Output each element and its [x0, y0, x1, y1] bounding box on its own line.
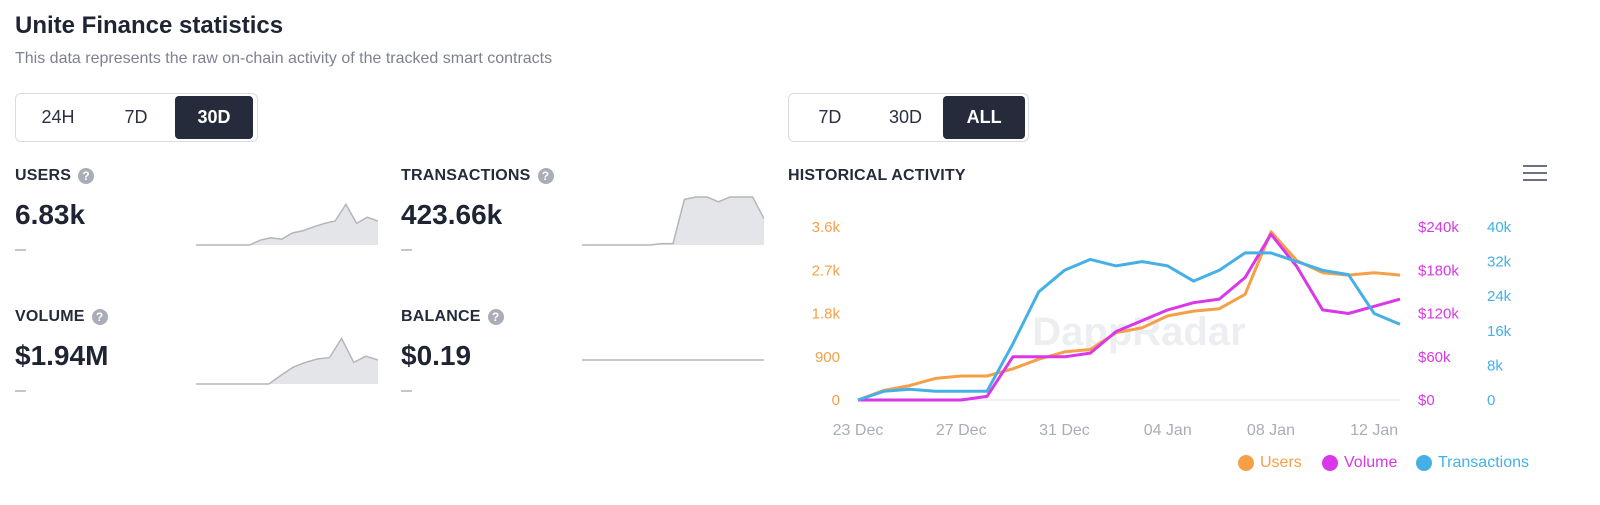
left-axis-tick-label: 900	[815, 349, 840, 366]
stat-volume-label: VOLUME	[15, 308, 85, 325]
stats-period-selector: 24H 7D 30D	[15, 93, 258, 142]
transactions-sparkline-area	[582, 197, 764, 245]
left-axis-tick-label: 1.8k	[812, 306, 841, 323]
legend-dot-icon	[1238, 455, 1254, 471]
stat-users-value: 6.83k	[15, 199, 86, 230]
stat-users-label: USERS	[15, 167, 72, 184]
stat-transactions-value: 423.66k	[401, 199, 503, 230]
legend-volume-label: Volume	[1344, 454, 1398, 471]
users-sparkline	[196, 202, 378, 246]
left-axis-tick-label: 2.7k	[812, 262, 841, 279]
balance-sparkline	[582, 359, 764, 361]
x-tick-label: 31 Dec	[1039, 422, 1090, 439]
legend-item-users[interactable]: Users	[1238, 454, 1302, 472]
help-icon[interactable]: ?	[91, 309, 108, 325]
legend-dot-icon	[1416, 455, 1432, 471]
page-subtitle: This data represents the raw on-chain ac…	[15, 50, 553, 67]
stat-volume: VOLUME ? $1.94M	[15, 308, 108, 392]
right-axis-tick-label: 8k	[1487, 357, 1503, 374]
legend-item-transactions[interactable]: Transactions	[1416, 454, 1529, 472]
period-7d-button[interactable]: 7D	[97, 96, 175, 139]
stat-volume-value: $1.94M	[15, 340, 109, 371]
stat-users: USERS ? 6.83k	[15, 167, 95, 251]
stat-transactions-label: TRANSACTIONS	[401, 167, 531, 184]
right-axis-tick-label: 32k	[1487, 254, 1512, 271]
right-axis-tick-label: 40k	[1487, 219, 1512, 236]
stat-volume-change	[15, 390, 26, 392]
users-sparkline-area	[196, 204, 378, 245]
x-tick-label: 12 Jan	[1350, 422, 1398, 439]
transactions-sparkline	[582, 196, 764, 246]
left-axis-tick-label: 3.6k	[812, 219, 841, 236]
middle-axis-tick-label: $60k	[1418, 349, 1451, 366]
legend-transactions-label: Transactions	[1438, 454, 1529, 471]
stat-transactions-change	[401, 249, 412, 251]
x-tick-label: 04 Jan	[1144, 422, 1192, 439]
stat-balance-change	[401, 390, 412, 392]
volume-sparkline	[196, 336, 378, 385]
help-icon[interactable]: ?	[78, 168, 95, 184]
right-axis-tick-label: 0	[1487, 392, 1495, 409]
legend-users-label: Users	[1260, 454, 1302, 471]
x-tick-label: 23 Dec	[833, 422, 884, 439]
right-axis-tick-label: 24k	[1487, 288, 1512, 305]
middle-axis-tick-label: $0	[1418, 392, 1435, 409]
period-24h-button[interactable]: 24H	[19, 96, 97, 139]
stat-balance: BALANCE ? $0.19	[401, 308, 504, 392]
page-title: Unite Finance statistics	[15, 12, 284, 39]
period-30d-button[interactable]: 30D	[175, 96, 253, 139]
x-tick-label: 08 Jan	[1247, 422, 1295, 439]
help-icon[interactable]: ?	[537, 168, 554, 184]
history-7d-button[interactable]: 7D	[792, 96, 868, 139]
legend-dot-icon	[1322, 455, 1338, 471]
middle-axis-tick-label: $240k	[1418, 219, 1459, 236]
stat-users-change	[15, 249, 26, 251]
middle-axis-tick-label: $120k	[1418, 306, 1459, 323]
history-all-button[interactable]: ALL	[943, 96, 1025, 139]
x-tick-label: 27 Dec	[936, 422, 987, 439]
historical-activity-chart: DappRadar 23 Dec 27 Dec 31 Dec 04 Jan 08 Jan 1…	[812, 219, 1512, 439]
right-axis-tick-label: 16k	[1487, 323, 1512, 340]
help-icon[interactable]: ?	[487, 309, 504, 325]
legend-item-volume[interactable]: Volume	[1322, 454, 1397, 472]
volume-sparkline-area	[196, 338, 378, 384]
watermark-text: DappRadar	[1032, 310, 1245, 354]
left-axis-tick-label: 0	[832, 392, 840, 409]
stat-transactions: TRANSACTIONS ? 423.66k	[401, 167, 554, 251]
stat-balance-label: BALANCE	[401, 308, 481, 325]
hamburger-menu-icon[interactable]	[1523, 165, 1547, 183]
history-period-selector: 7D 30D ALL	[788, 93, 1029, 142]
stat-balance-value: $0.19	[401, 340, 472, 371]
history-30d-button[interactable]: 30D	[868, 96, 944, 139]
historical-activity-label: HISTORICAL ACTIVITY	[788, 167, 966, 184]
middle-axis-tick-label: $180k	[1418, 262, 1459, 279]
